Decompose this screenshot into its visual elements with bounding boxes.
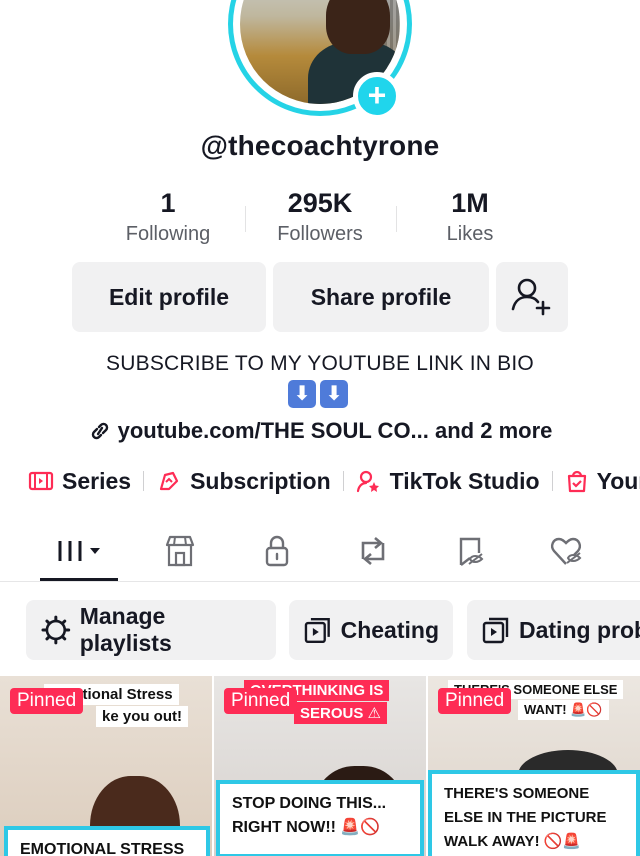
bio-text: SUBSCRIBE TO MY YOUTUBE LINK IN BIO <box>106 352 534 375</box>
repost-icon <box>361 537 385 565</box>
share-profile-button[interactable]: Share profile <box>273 262 489 332</box>
video-box-caption: THERE'S SOMEONE ELSE IN THE PICTURE WALK… <box>428 770 640 856</box>
feature-series[interactable]: Series <box>28 468 131 495</box>
add-user-icon <box>511 278 551 316</box>
profile-stats: 1 Following 295K Followers 1M Likes <box>0 186 640 250</box>
manage-playlists-label: Manage playlists <box>79 603 172 656</box>
video-box-caption: STOP DOING THIS... RIGHT NOW!! 🚨🚫 <box>216 780 424 856</box>
username: @thecoachtyrone <box>200 130 440 161</box>
video-caption: ke you out! <box>96 706 189 727</box>
tab-videos[interactable] <box>40 522 120 580</box>
profile-link[interactable]: youtube.com/THE SOUL CO... and 2 more <box>0 418 640 444</box>
stat-likes[interactable]: 1M Likes <box>390 186 550 248</box>
lock-icon <box>265 535 289 567</box>
pinned-badge: Pinned <box>438 688 512 714</box>
stat-followers[interactable]: 295K Followers <box>240 186 400 248</box>
manage-playlists-button[interactable]: Manage playlists <box>26 600 276 660</box>
playlist-icon <box>304 617 330 644</box>
edit-profile-button[interactable]: Edit profile <box>72 262 266 332</box>
video-thumbnail[interactable]: Emotional Stress ke you out! Pinned EMOT… <box>0 676 212 856</box>
series-icon <box>28 471 54 491</box>
feature-label: Your <box>596 467 640 494</box>
pinned-badge: Pinned <box>10 688 84 714</box>
tab-shop[interactable] <box>140 522 220 580</box>
stat-label: Likes <box>446 223 494 245</box>
tab-liked[interactable] <box>526 522 606 580</box>
add-friend-button[interactable] <box>496 262 568 332</box>
add-avatar-button[interactable]: + <box>353 72 401 120</box>
shop-icon <box>165 535 195 567</box>
down-arrow-emoji: ⬇ <box>288 380 316 408</box>
feature-tiktok-studio[interactable]: TikTok Studio <box>356 468 540 495</box>
profile-tabs <box>0 522 640 582</box>
video-caption: SEROUS ⚠ <box>294 702 387 724</box>
link-text: youtube.com/THE SOUL CO... and 2 more <box>117 418 553 443</box>
favorites-icon <box>459 537 484 566</box>
subscription-icon <box>159 471 179 491</box>
playlist-label: Cheating <box>340 616 439 643</box>
feature-label: Series <box>62 467 132 494</box>
feature-subscription[interactable]: Subscription <box>156 468 331 495</box>
stat-value: 1 <box>160 188 176 218</box>
playlist-chip[interactable]: Cheating <box>289 600 453 660</box>
stat-value: 1M <box>451 188 489 218</box>
video-caption: WANT! 🚨🚫 <box>518 700 609 720</box>
video-box-caption: EMOTIONAL STRESS <box>4 826 210 856</box>
feature-label: Subscription <box>190 467 331 494</box>
orders-icon <box>567 470 586 493</box>
video-thumbnail[interactable]: THERE'S SOMEONE ELSE WANT! 🚨🚫 Pinned THE… <box>428 676 640 856</box>
pinned-badge: Pinned <box>224 688 298 714</box>
gear-icon <box>41 615 71 645</box>
video-thumbnail[interactable]: OVERTHINKING IS SEROUS ⚠ Pinned STOP DOI… <box>214 676 426 856</box>
stat-label: Followers <box>277 223 363 245</box>
videos-grid-icon <box>58 541 100 561</box>
playlist-icon <box>482 617 509 644</box>
feature-label: TikTok Studio <box>389 467 540 494</box>
tab-reposts[interactable] <box>333 522 413 580</box>
bio-emoji: ⬇ ⬇ <box>288 380 348 408</box>
liked-icon <box>551 537 582 565</box>
studio-icon <box>356 470 379 493</box>
active-tab-indicator <box>40 578 118 581</box>
tab-favorites[interactable] <box>430 522 510 580</box>
stat-following[interactable]: 1 Following <box>88 186 248 248</box>
tab-private[interactable] <box>237 522 317 580</box>
link-icon <box>91 422 108 440</box>
stat-value: 295K <box>287 188 353 218</box>
stat-label: Following <box>125 223 211 245</box>
down-arrow-emoji: ⬇ <box>320 380 348 408</box>
playlist-chip[interactable]: Dating prob <box>467 600 640 660</box>
feature-row: Series Subscription TikTok Studio Your <box>28 464 640 498</box>
playlist-label: Dating prob <box>519 616 640 643</box>
feature-orders[interactable]: Your <box>565 468 640 495</box>
profile-avatar[interactable]: + <box>228 0 412 120</box>
